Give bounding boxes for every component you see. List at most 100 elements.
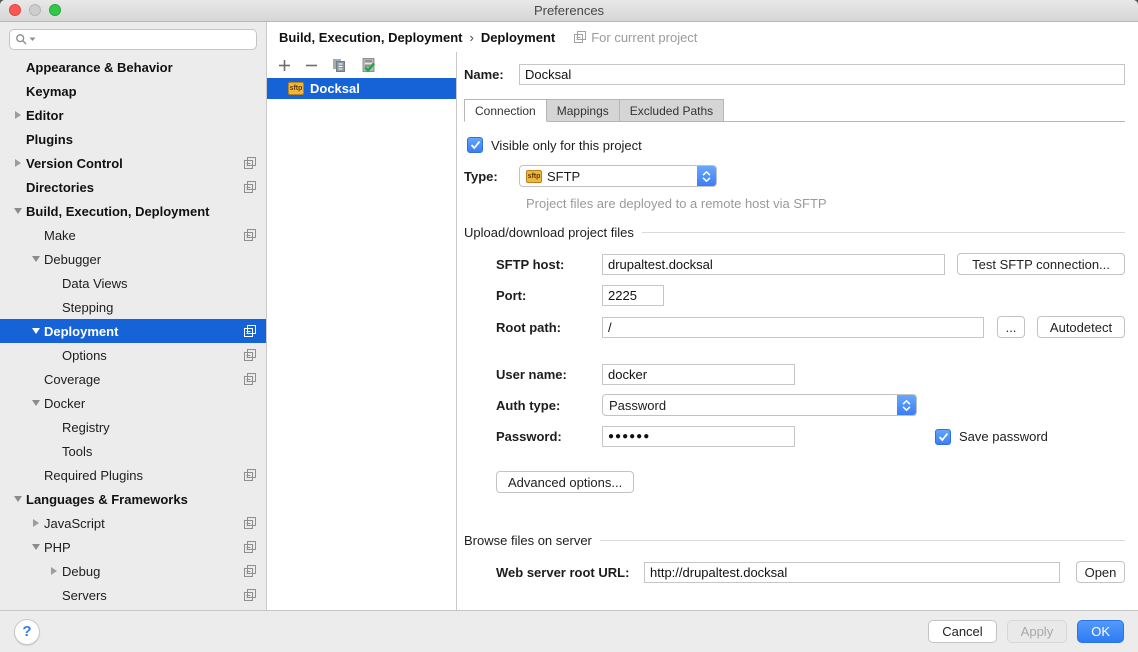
chevron-down-icon[interactable]	[28, 256, 44, 262]
password-label: Password:	[496, 429, 602, 444]
chevron-down-icon[interactable]	[28, 328, 44, 334]
type-select[interactable]: sftp SFTP	[519, 165, 717, 187]
sidebar-item-coverage[interactable]: Coverage	[0, 367, 266, 391]
sidebar-item-directories[interactable]: Directories	[0, 175, 266, 199]
sidebar-item-make[interactable]: Make	[0, 223, 266, 247]
select-stepper-icon	[897, 395, 916, 415]
port-input[interactable]	[602, 285, 664, 306]
visible-only-label: Visible only for this project	[491, 138, 642, 153]
sidebar-item-javascript[interactable]: JavaScript	[0, 511, 266, 535]
sidebar-item-plugins[interactable]: Plugins	[0, 127, 266, 151]
sidebar-item-required-plugins[interactable]: Required Plugins	[0, 463, 266, 487]
sftp-host-label: SFTP host:	[496, 257, 602, 272]
tab-bar: ConnectionMappingsExcluded Paths	[464, 99, 1125, 122]
sidebar-item-docker[interactable]: Docker	[0, 391, 266, 415]
sidebar-item-stepping[interactable]: Stepping	[0, 295, 266, 319]
sidebar-item-data-views[interactable]: Data Views	[0, 271, 266, 295]
sidebar-item-label: Servers	[62, 588, 107, 603]
tab-connection[interactable]: Connection	[464, 99, 547, 122]
title-bar: Preferences	[0, 0, 1138, 22]
sidebar-item-servers[interactable]: Servers	[0, 583, 266, 607]
password-input[interactable]	[602, 426, 795, 447]
sftp-file-icon: sftp	[526, 170, 542, 183]
advanced-options-button[interactable]: Advanced options...	[496, 471, 634, 493]
sidebar-item-label: Version Control	[26, 156, 123, 171]
autodetect-button[interactable]: Autodetect	[1037, 316, 1125, 338]
per-project-icon	[244, 541, 256, 553]
sidebar-item-build-execution-deployment[interactable]: Build, Execution, Deployment	[0, 199, 266, 223]
root-path-input[interactable]	[602, 317, 984, 338]
ok-button[interactable]: OK	[1077, 620, 1124, 643]
sidebar-item-php[interactable]: PHP	[0, 535, 266, 559]
test-sftp-connection-button[interactable]: Test SFTP connection...	[957, 253, 1125, 275]
tab-mappings[interactable]: Mappings	[547, 99, 620, 122]
sidebar-item-debugger[interactable]: Debugger	[0, 247, 266, 271]
chevron-down-icon[interactable]	[10, 208, 26, 214]
sidebar-item-editor[interactable]: Editor	[0, 103, 266, 127]
auth-type-select[interactable]: Password	[602, 394, 917, 416]
sidebar-item-debug[interactable]: Debug	[0, 559, 266, 583]
search-input[interactable]	[37, 31, 251, 48]
traffic-lights	[9, 4, 61, 16]
browse-root-path-button[interactable]: ...	[997, 316, 1025, 338]
sidebar-item-registry[interactable]: Registry	[0, 415, 266, 439]
deployment-form: Name: ConnectionMappingsExcluded Paths V…	[457, 52, 1138, 610]
apply-button[interactable]: Apply	[1007, 620, 1068, 643]
breadcrumb-separator: ›	[469, 30, 473, 45]
chevron-down-icon[interactable]	[28, 544, 44, 550]
sidebar-item-label: Keymap	[26, 84, 77, 99]
chevron-right-icon[interactable]	[10, 111, 26, 119]
sidebar-item-keymap[interactable]: Keymap	[0, 79, 266, 103]
tab-excluded-paths[interactable]: Excluded Paths	[620, 99, 724, 122]
auth-type-value: Password	[609, 398, 666, 413]
web-server-root-url-input[interactable]	[644, 562, 1060, 583]
settings-search-box[interactable]	[9, 29, 257, 50]
name-input[interactable]	[519, 64, 1125, 85]
add-server-button[interactable]	[278, 59, 291, 72]
use-as-default-button[interactable]	[361, 58, 377, 73]
per-project-icon	[244, 157, 256, 169]
sidebar-item-languages-frameworks[interactable]: Languages & Frameworks	[0, 487, 266, 511]
sidebar-item-deployment[interactable]: Deployment	[0, 319, 266, 343]
per-project-icon	[244, 517, 256, 529]
open-url-button[interactable]: Open	[1076, 561, 1125, 583]
cancel-button[interactable]: Cancel	[928, 620, 996, 643]
chevron-down-icon[interactable]	[10, 496, 26, 502]
copy-server-button[interactable]	[332, 58, 347, 73]
per-project-icon	[244, 589, 256, 601]
server-item-docksal[interactable]: sftpDocksal	[267, 78, 456, 99]
per-project-icon	[574, 31, 586, 43]
breadcrumb-category[interactable]: Build, Execution, Deployment	[279, 30, 462, 45]
remove-server-button[interactable]	[305, 59, 318, 72]
server-list-toolbar	[267, 52, 456, 78]
upload-section-title: Upload/download project files	[464, 225, 634, 240]
sftp-host-input[interactable]	[602, 254, 945, 275]
sidebar-item-label: Directories	[26, 180, 94, 195]
help-button[interactable]: ?	[14, 619, 40, 645]
zoom-window-button[interactable]	[49, 4, 61, 16]
sidebar-item-appearance-behavior[interactable]: Appearance & Behavior	[0, 55, 266, 79]
chevron-down-icon[interactable]	[28, 400, 44, 406]
save-password-checkbox[interactable]	[935, 429, 951, 445]
server-items: sftpDocksal	[267, 78, 456, 99]
sidebar-item-label: JavaScript	[44, 516, 105, 531]
sidebar-item-version-control[interactable]: Version Control	[0, 151, 266, 175]
port-label: Port:	[496, 288, 602, 303]
minimize-window-button[interactable]	[29, 4, 41, 16]
chevron-right-icon[interactable]	[28, 519, 44, 527]
visible-only-checkbox[interactable]	[467, 137, 483, 153]
sidebar-item-label: Tools	[62, 444, 92, 459]
dialog-footer: ? Cancel Apply OK	[0, 610, 1138, 652]
user-name-input[interactable]	[602, 364, 795, 385]
sidebar-item-options[interactable]: Options	[0, 343, 266, 367]
per-project-icon	[244, 565, 256, 577]
per-project-icon	[244, 373, 256, 385]
type-label: Type:	[464, 169, 519, 184]
close-window-button[interactable]	[9, 4, 21, 16]
chevron-right-icon[interactable]	[10, 159, 26, 167]
save-password-label: Save password	[959, 429, 1048, 444]
sidebar-item-tools[interactable]: Tools	[0, 439, 266, 463]
chevron-right-icon[interactable]	[46, 567, 62, 575]
sidebar-item-label: Registry	[62, 420, 110, 435]
project-scope-indicator: For current project	[574, 30, 697, 45]
